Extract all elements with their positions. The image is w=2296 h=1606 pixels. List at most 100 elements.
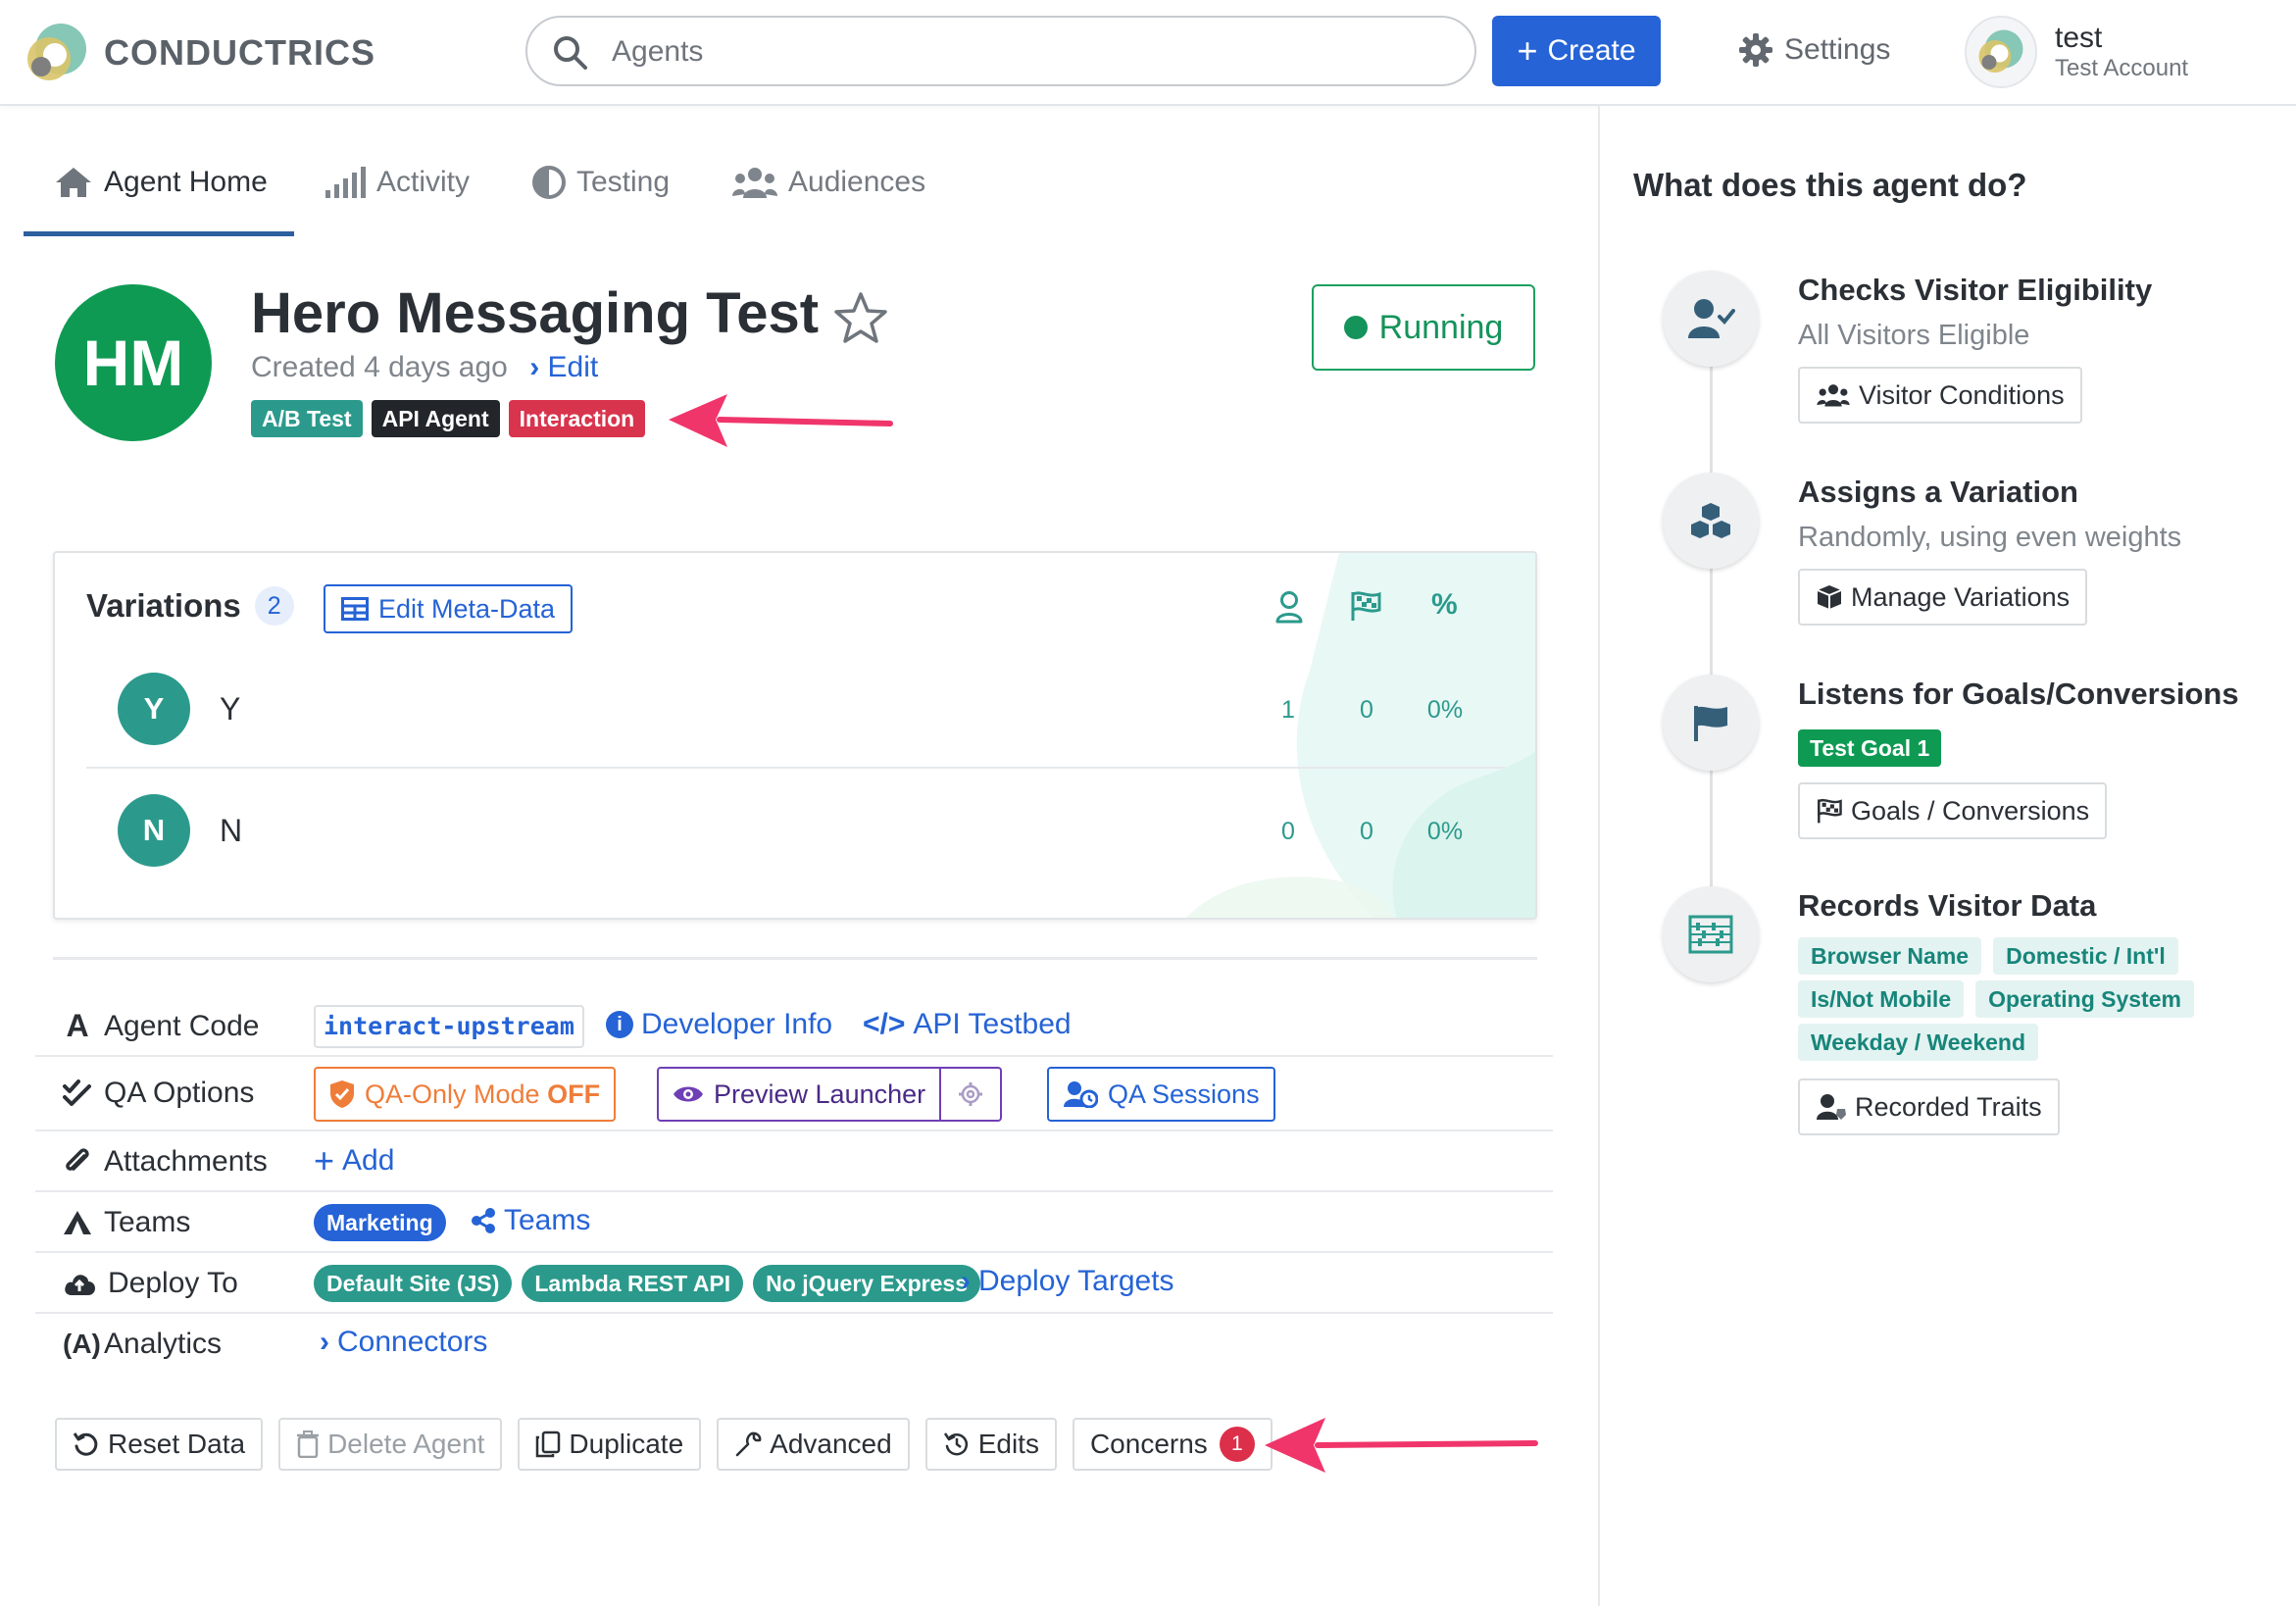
qa-sessions-button[interactable]: QA Sessions xyxy=(1047,1067,1275,1122)
user-menu[interactable]: test Test Account xyxy=(1965,16,2188,88)
visitor-conditions-button[interactable]: Visitor Conditions xyxy=(1798,367,2082,424)
team-marketing-pill[interactable]: Marketing xyxy=(314,1204,446,1241)
gear-icon xyxy=(1739,33,1772,67)
delete-agent-button[interactable]: Delete Agent xyxy=(278,1418,503,1471)
variation-y-visitors: 1 xyxy=(1281,696,1295,724)
qa-mode-prefix: QA-Only Mode xyxy=(365,1079,540,1109)
trait-is-not-mobile[interactable]: Is/Not Mobile xyxy=(1798,980,1965,1018)
edits-button[interactable]: Edits xyxy=(924,1418,1057,1471)
trait-domestic-intl[interactable]: Domestic / Int'l xyxy=(1993,937,2178,975)
step-records-circle xyxy=(1663,886,1759,982)
teams-link-label: Teams xyxy=(504,1204,591,1236)
row-divider xyxy=(35,1251,1553,1253)
star-icon[interactable] xyxy=(831,290,890,345)
edits-label: Edits xyxy=(977,1429,1039,1459)
user-avatar-icon xyxy=(1978,29,2023,73)
qa-options-label: QA Options xyxy=(104,1077,255,1109)
variation-y-goals: 0 xyxy=(1360,696,1373,724)
status-dot-icon xyxy=(1343,316,1368,339)
brand-logo[interactable]: CONDUCTRICS xyxy=(22,20,375,86)
trait-operating-system[interactable]: Operating System xyxy=(1975,980,2194,1018)
qa-mode-state: OFF xyxy=(547,1079,601,1109)
add-attachment-link[interactable]: + Add xyxy=(314,1143,394,1179)
agent-code-value[interactable]: interact-upstream xyxy=(314,1005,584,1048)
status-running-badge[interactable]: Running xyxy=(1312,284,1535,371)
variation-y-name[interactable]: Y xyxy=(220,691,240,728)
settings-label: Settings xyxy=(1784,33,1891,66)
tab-activity[interactable]: Activity xyxy=(324,165,470,200)
edit-agent-link[interactable]: › Edit xyxy=(529,351,598,383)
connectors-label: Connectors xyxy=(337,1326,488,1358)
connectors-link[interactable]: › Connectors xyxy=(320,1326,487,1359)
search-input[interactable]: Agents xyxy=(612,35,703,69)
reset-data-button[interactable]: Reset Data xyxy=(55,1418,264,1471)
visitors-column-icon xyxy=(1275,591,1303,624)
teams-link[interactable]: Teams xyxy=(471,1204,590,1237)
preview-launcher-label: Preview Launcher xyxy=(714,1079,926,1109)
checkered-flag-icon xyxy=(1818,798,1842,824)
deploy-targets-label: Deploy Targets xyxy=(978,1265,1174,1297)
create-button[interactable]: + Create xyxy=(1492,16,1661,86)
api-testbed-link[interactable]: </> API Testbed xyxy=(863,1008,1072,1041)
cubes-icon xyxy=(1691,503,1730,538)
gear-outline-icon xyxy=(959,1082,983,1106)
step-variation-title: Assigns a Variation xyxy=(1798,475,2078,509)
flag-icon xyxy=(1694,706,1727,741)
preview-launcher-button[interactable]: Preview Launcher xyxy=(657,1067,942,1122)
developer-info-label: Developer Info xyxy=(641,1008,833,1040)
plus-icon: + xyxy=(1517,30,1538,71)
search-bar[interactable]: Agents xyxy=(525,16,1476,86)
trait-browser-name[interactable]: Browser Name xyxy=(1798,937,1982,975)
deploy-pill-no-jquery[interactable]: No jQuery Express xyxy=(753,1265,980,1302)
trait-weekday-weekend[interactable]: Weekday / Weekend xyxy=(1798,1024,2039,1061)
advanced-button[interactable]: Advanced xyxy=(717,1418,910,1471)
manage-variations-button[interactable]: Manage Variations xyxy=(1798,569,2088,626)
goals-conversions-button[interactable]: Goals / Conversions xyxy=(1798,782,2108,839)
user-account: Test Account xyxy=(2055,55,2189,81)
broadcast-icon: (A) xyxy=(63,1329,101,1359)
settings-link[interactable]: Settings xyxy=(1737,31,1890,69)
cloud-upload-icon xyxy=(65,1275,95,1295)
delete-agent-label: Delete Agent xyxy=(327,1429,485,1459)
edit-meta-data-button[interactable]: Edit Meta-Data xyxy=(324,584,574,633)
concerns-button[interactable]: Concerns 1 xyxy=(1072,1418,1273,1471)
section-divider xyxy=(53,957,1537,960)
deploy-pill-default-site[interactable]: Default Site (JS) xyxy=(314,1265,513,1302)
trait-tags-row-3: Weekday / Weekend xyxy=(1798,1024,2039,1061)
goal-tag[interactable]: Test Goal 1 xyxy=(1798,729,1942,767)
create-label: Create xyxy=(1547,34,1636,67)
duplicate-button[interactable]: Duplicate xyxy=(518,1418,702,1471)
variation-row-divider xyxy=(86,767,1506,769)
reset-data-label: Reset Data xyxy=(108,1429,246,1459)
copy-icon xyxy=(536,1430,561,1458)
user-clock-icon xyxy=(1064,1081,1098,1108)
recorded-traits-button[interactable]: Recorded Traits xyxy=(1798,1079,2060,1135)
row-divider xyxy=(35,1055,1553,1057)
developer-info-link[interactable]: i Developer Info xyxy=(606,1008,832,1041)
tab-testing[interactable]: Testing xyxy=(531,165,670,200)
user-tag-icon xyxy=(1817,1094,1846,1120)
concerns-count-badge: 1 xyxy=(1219,1427,1255,1462)
variation-y-rate: 0% xyxy=(1426,696,1464,724)
tab-active-underline xyxy=(24,231,294,236)
step-goals-circle xyxy=(1663,675,1759,771)
step-variation-subtitle: Randomly, using even weights xyxy=(1798,522,2182,553)
trait-tags-row-2: Is/Not Mobile Operating System xyxy=(1798,980,2194,1018)
status-label: Running xyxy=(1378,308,1504,346)
variation-n-rate: 0% xyxy=(1426,818,1464,845)
deploy-targets-link[interactable]: › Deploy Targets xyxy=(961,1265,1174,1298)
deploy-pill-lambda[interactable]: Lambda REST API xyxy=(522,1265,744,1302)
variation-n-name[interactable]: N xyxy=(220,813,242,849)
shield-check-icon xyxy=(330,1080,354,1108)
variation-n-goals: 0 xyxy=(1360,818,1373,845)
preview-settings-button[interactable] xyxy=(941,1067,1003,1122)
add-label: Add xyxy=(342,1144,395,1177)
variations-title: Variations xyxy=(86,587,241,624)
tab-audiences[interactable]: Audiences xyxy=(731,165,925,200)
preview-launcher-group: Preview Launcher xyxy=(657,1067,1003,1122)
variation-n-visitors: 0 xyxy=(1281,818,1295,845)
qa-only-mode-button[interactable]: QA-Only Mode OFF xyxy=(314,1067,617,1122)
wrench-icon xyxy=(735,1431,762,1457)
tab-agent-home[interactable]: Agent Home xyxy=(53,165,268,200)
half-circle-icon xyxy=(532,166,566,199)
